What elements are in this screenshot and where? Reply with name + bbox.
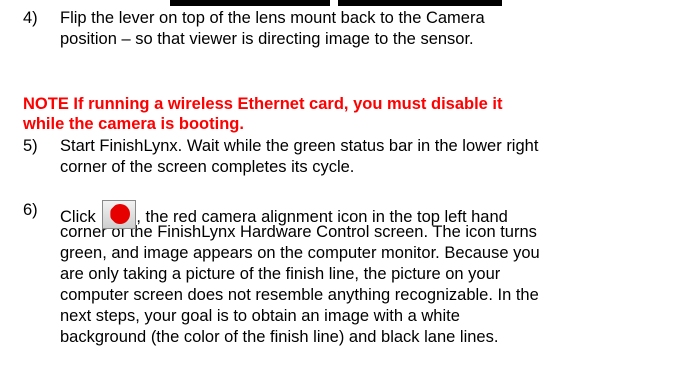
note-text-line: NOTE If running a wireless Ethernet card…: [23, 95, 503, 113]
step-4: 4) Flip the lever on top of the lens mou…: [23, 8, 663, 52]
step-text-line: Flip the lever on top of the lens mount …: [60, 9, 485, 27]
step-number: 6): [23, 201, 38, 219]
step-text-line: next steps, your goal is to obtain an im…: [60, 307, 460, 325]
step-text-line: computer screen does not resemble anythi…: [60, 286, 539, 304]
step-number: 5): [23, 137, 38, 155]
top-image-fragment-left: [170, 0, 330, 6]
step-text-line: green, and image appears on the computer…: [60, 244, 540, 262]
top-image-fragment-right: [338, 0, 502, 6]
step-text-line: position – so that viewer is directing i…: [60, 30, 474, 48]
note-text-line: while the camera is booting.: [23, 115, 244, 133]
step-number: 4): [23, 9, 38, 27]
warning-note: NOTE If running a wireless Ethernet card…: [23, 94, 663, 134]
step-5: 5) Start FinishLynx. Wait while the gree…: [23, 136, 663, 180]
step-text-line: Start FinishLynx. Wait while the green s…: [60, 137, 539, 155]
step-text-line: are only taking a picture of the finish …: [60, 265, 501, 283]
red-camera-alignment-icon: [102, 200, 137, 229]
step-6: 6) Click , the red camera alignment icon…: [23, 200, 663, 360]
step-text-line: corner of the screen completes its cycle…: [60, 158, 355, 176]
step-text-line: background (the color of the finish line…: [60, 328, 499, 346]
